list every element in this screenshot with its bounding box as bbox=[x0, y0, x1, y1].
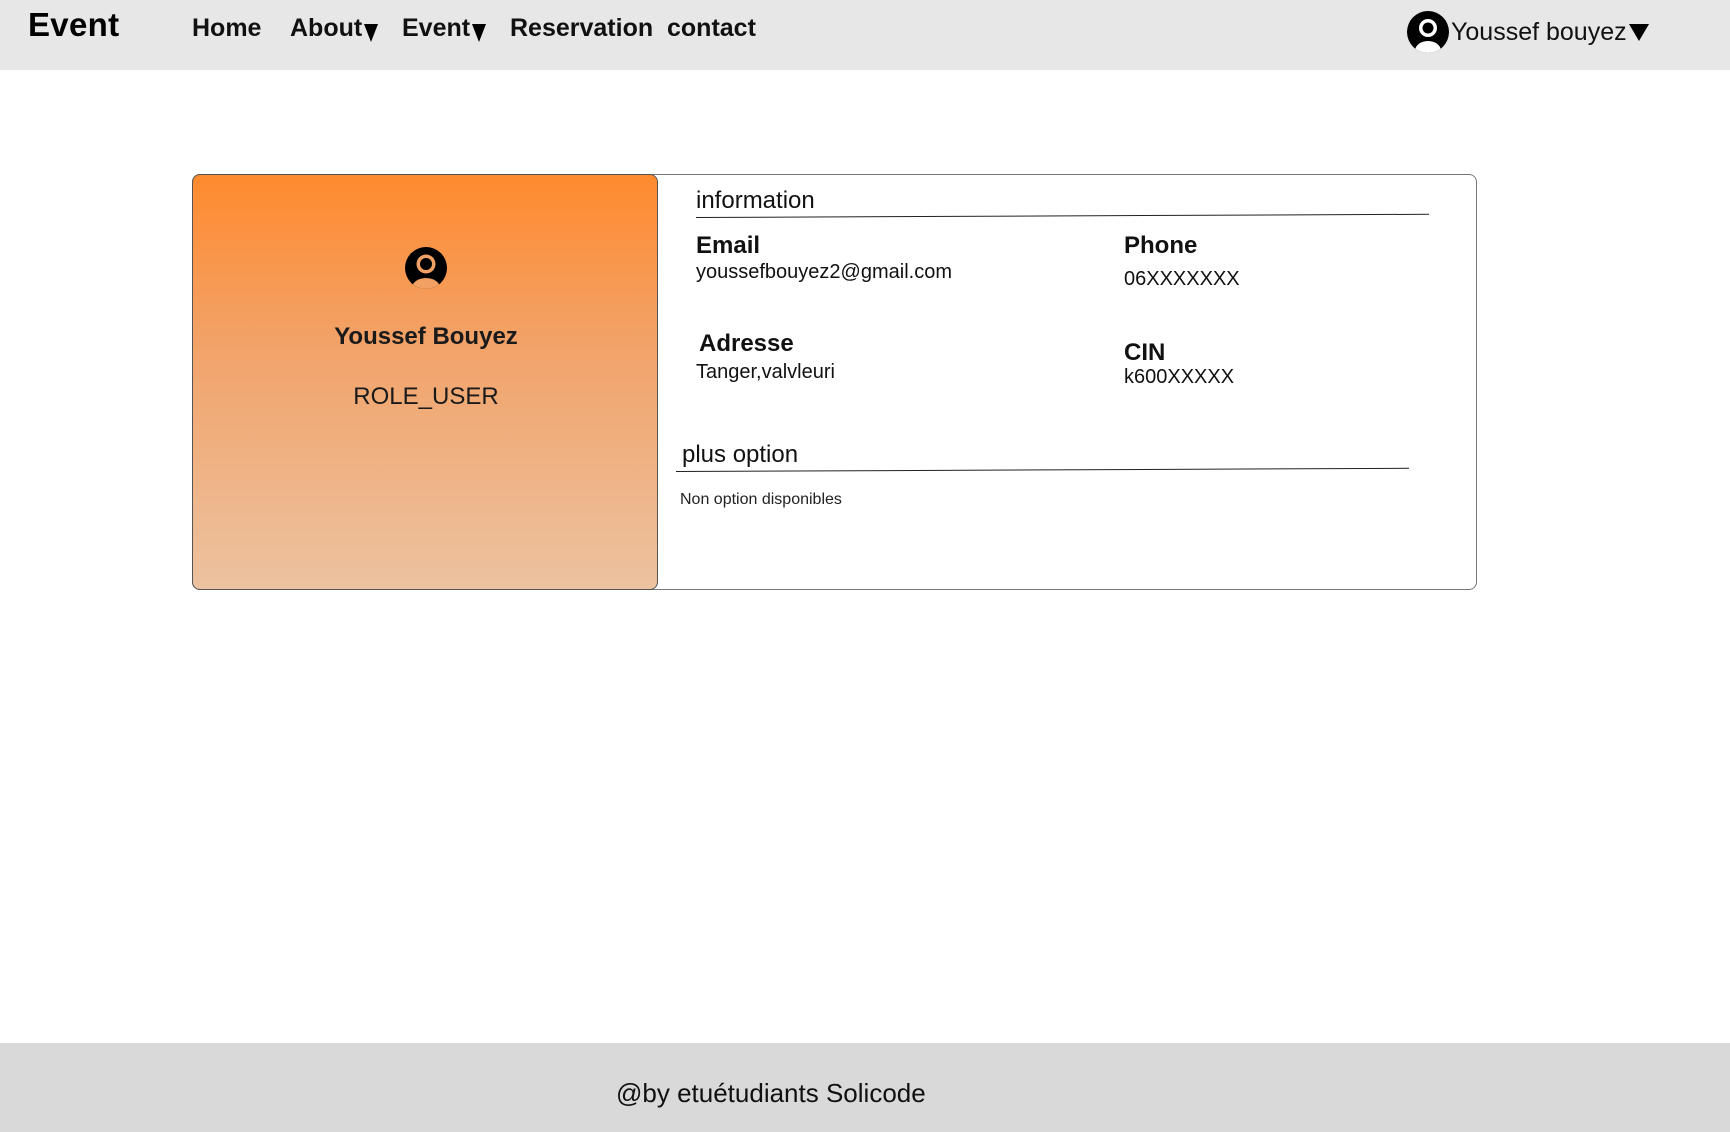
user-menu-dropdown[interactable]: Youssef bouyez bbox=[1407, 11, 1649, 53]
phone-value: 06XXXXXXX bbox=[1124, 268, 1240, 290]
email-value: youssefbouyez2@gmail.com bbox=[696, 261, 952, 283]
nav-reservation-label: Reservation bbox=[510, 14, 654, 42]
profile-role: ROLE_USER bbox=[353, 383, 499, 410]
nav-reservation[interactable]: Reservation bbox=[510, 14, 653, 43]
nav-event-label: Event bbox=[402, 14, 471, 42]
adresse-label: Adresse bbox=[699, 330, 794, 357]
profile-name: Youssef Bouyez bbox=[334, 323, 518, 350]
caret-down-icon bbox=[1628, 23, 1649, 41]
nav-contact-label: contact bbox=[667, 14, 756, 42]
nav-about-label: About bbox=[290, 14, 363, 42]
footer: @by etuétudiants Solicode bbox=[0, 1043, 1730, 1132]
brand-logo[interactable]: Event bbox=[28, 6, 119, 44]
nav-home[interactable]: Home bbox=[192, 14, 261, 43]
user-menu-name: Youssef bouyez bbox=[1451, 17, 1627, 46]
nav-contact[interactable]: contact bbox=[667, 14, 756, 43]
footer-credit: @by etuétudiants Solicode bbox=[616, 1078, 926, 1108]
adresse-value: Tanger,valvleuri bbox=[696, 361, 835, 383]
user-circle-icon bbox=[1407, 11, 1449, 53]
nav-home-label: Home bbox=[192, 14, 262, 42]
nav-about-dropdown[interactable]: About bbox=[290, 14, 379, 43]
plus-option-title: plus option bbox=[682, 441, 799, 468]
cin-label: CIN bbox=[1124, 339, 1166, 366]
caret-down-icon bbox=[472, 23, 487, 42]
email-label: Email bbox=[696, 232, 761, 259]
user-circle-icon bbox=[405, 247, 447, 289]
top-navbar: Event Home About Event Reservation conta… bbox=[0, 0, 1730, 70]
no-options-text: Non option disponibles bbox=[680, 491, 842, 508]
cin-value: k600XXXXX bbox=[1124, 366, 1235, 388]
information-title: information bbox=[696, 187, 815, 214]
profile-summary-panel: Youssef Bouyez ROLE_USER bbox=[192, 174, 658, 590]
nav-event-dropdown[interactable]: Event bbox=[402, 14, 487, 43]
phone-label: Phone bbox=[1124, 232, 1198, 259]
caret-down-icon bbox=[364, 23, 379, 42]
